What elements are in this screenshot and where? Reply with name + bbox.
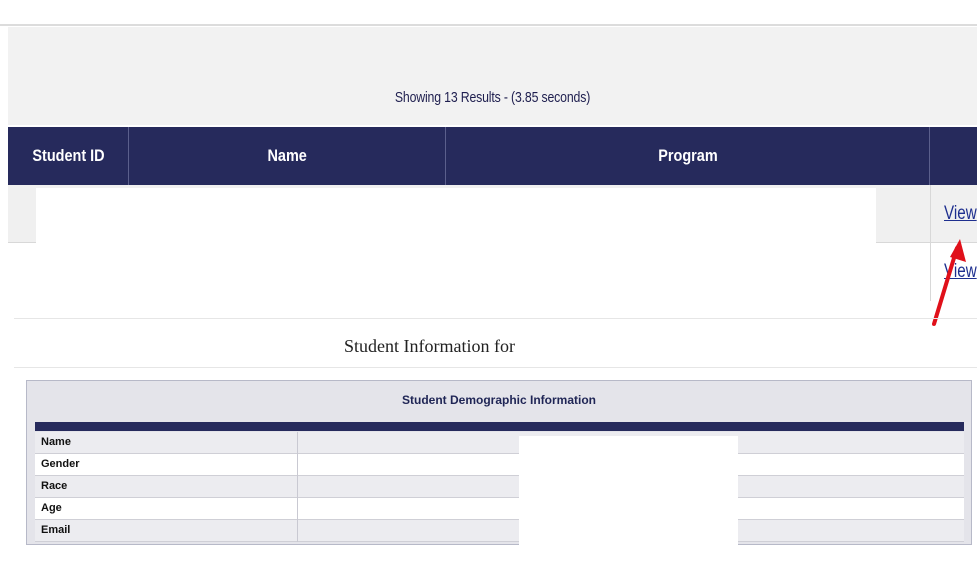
demographics-row-email: Email — [35, 520, 964, 542]
field-label: Name — [41, 436, 71, 448]
demographics-row-gender: Gender — [35, 454, 964, 476]
column-header-program[interactable]: Program — [446, 127, 930, 185]
column-divider — [297, 498, 298, 520]
column-divider — [297, 454, 298, 476]
results-summary-text: Showing 13 Results - (3.85 seconds) — [394, 89, 591, 106]
section-divider — [14, 367, 977, 368]
demographics-table: Name Gender Race Age Email — [35, 432, 964, 542]
redacted-region — [519, 436, 738, 548]
column-divider — [930, 185, 931, 243]
redacted-region — [8, 245, 876, 303]
demographics-row-race: Race — [35, 476, 964, 498]
results-summary-panel: Showing 13 Results - (3.85 seconds) — [8, 27, 977, 125]
demographics-row-name: Name — [35, 432, 964, 454]
column-header-name[interactable]: Name — [129, 127, 446, 185]
section-divider — [14, 318, 977, 319]
field-label: Race — [41, 480, 68, 492]
demographics-title: Student Demographic Information — [401, 393, 596, 407]
demographics-row-age: Age — [35, 498, 964, 520]
field-label: Email — [41, 524, 71, 536]
field-label: Gender — [41, 458, 80, 470]
view-student-link[interactable]: View — [944, 203, 977, 225]
column-divider — [297, 432, 298, 454]
column-divider — [297, 520, 298, 542]
redacted-region — [36, 188, 876, 244]
results-table-header: Student ID Name Program — [8, 127, 977, 185]
column-divider — [297, 476, 298, 498]
red-arrow-annotation-icon — [932, 239, 966, 326]
column-header-action — [930, 127, 977, 185]
demographics-panel: Student Demographic Information Name Gen… — [26, 380, 972, 545]
student-info-title: Student Information for — [344, 336, 515, 356]
top-divider — [0, 24, 977, 26]
redacted-region — [534, 328, 752, 366]
column-header-student-id[interactable]: Student ID — [8, 127, 129, 185]
field-label: Age — [41, 502, 62, 514]
demographics-header-bar — [35, 422, 964, 431]
